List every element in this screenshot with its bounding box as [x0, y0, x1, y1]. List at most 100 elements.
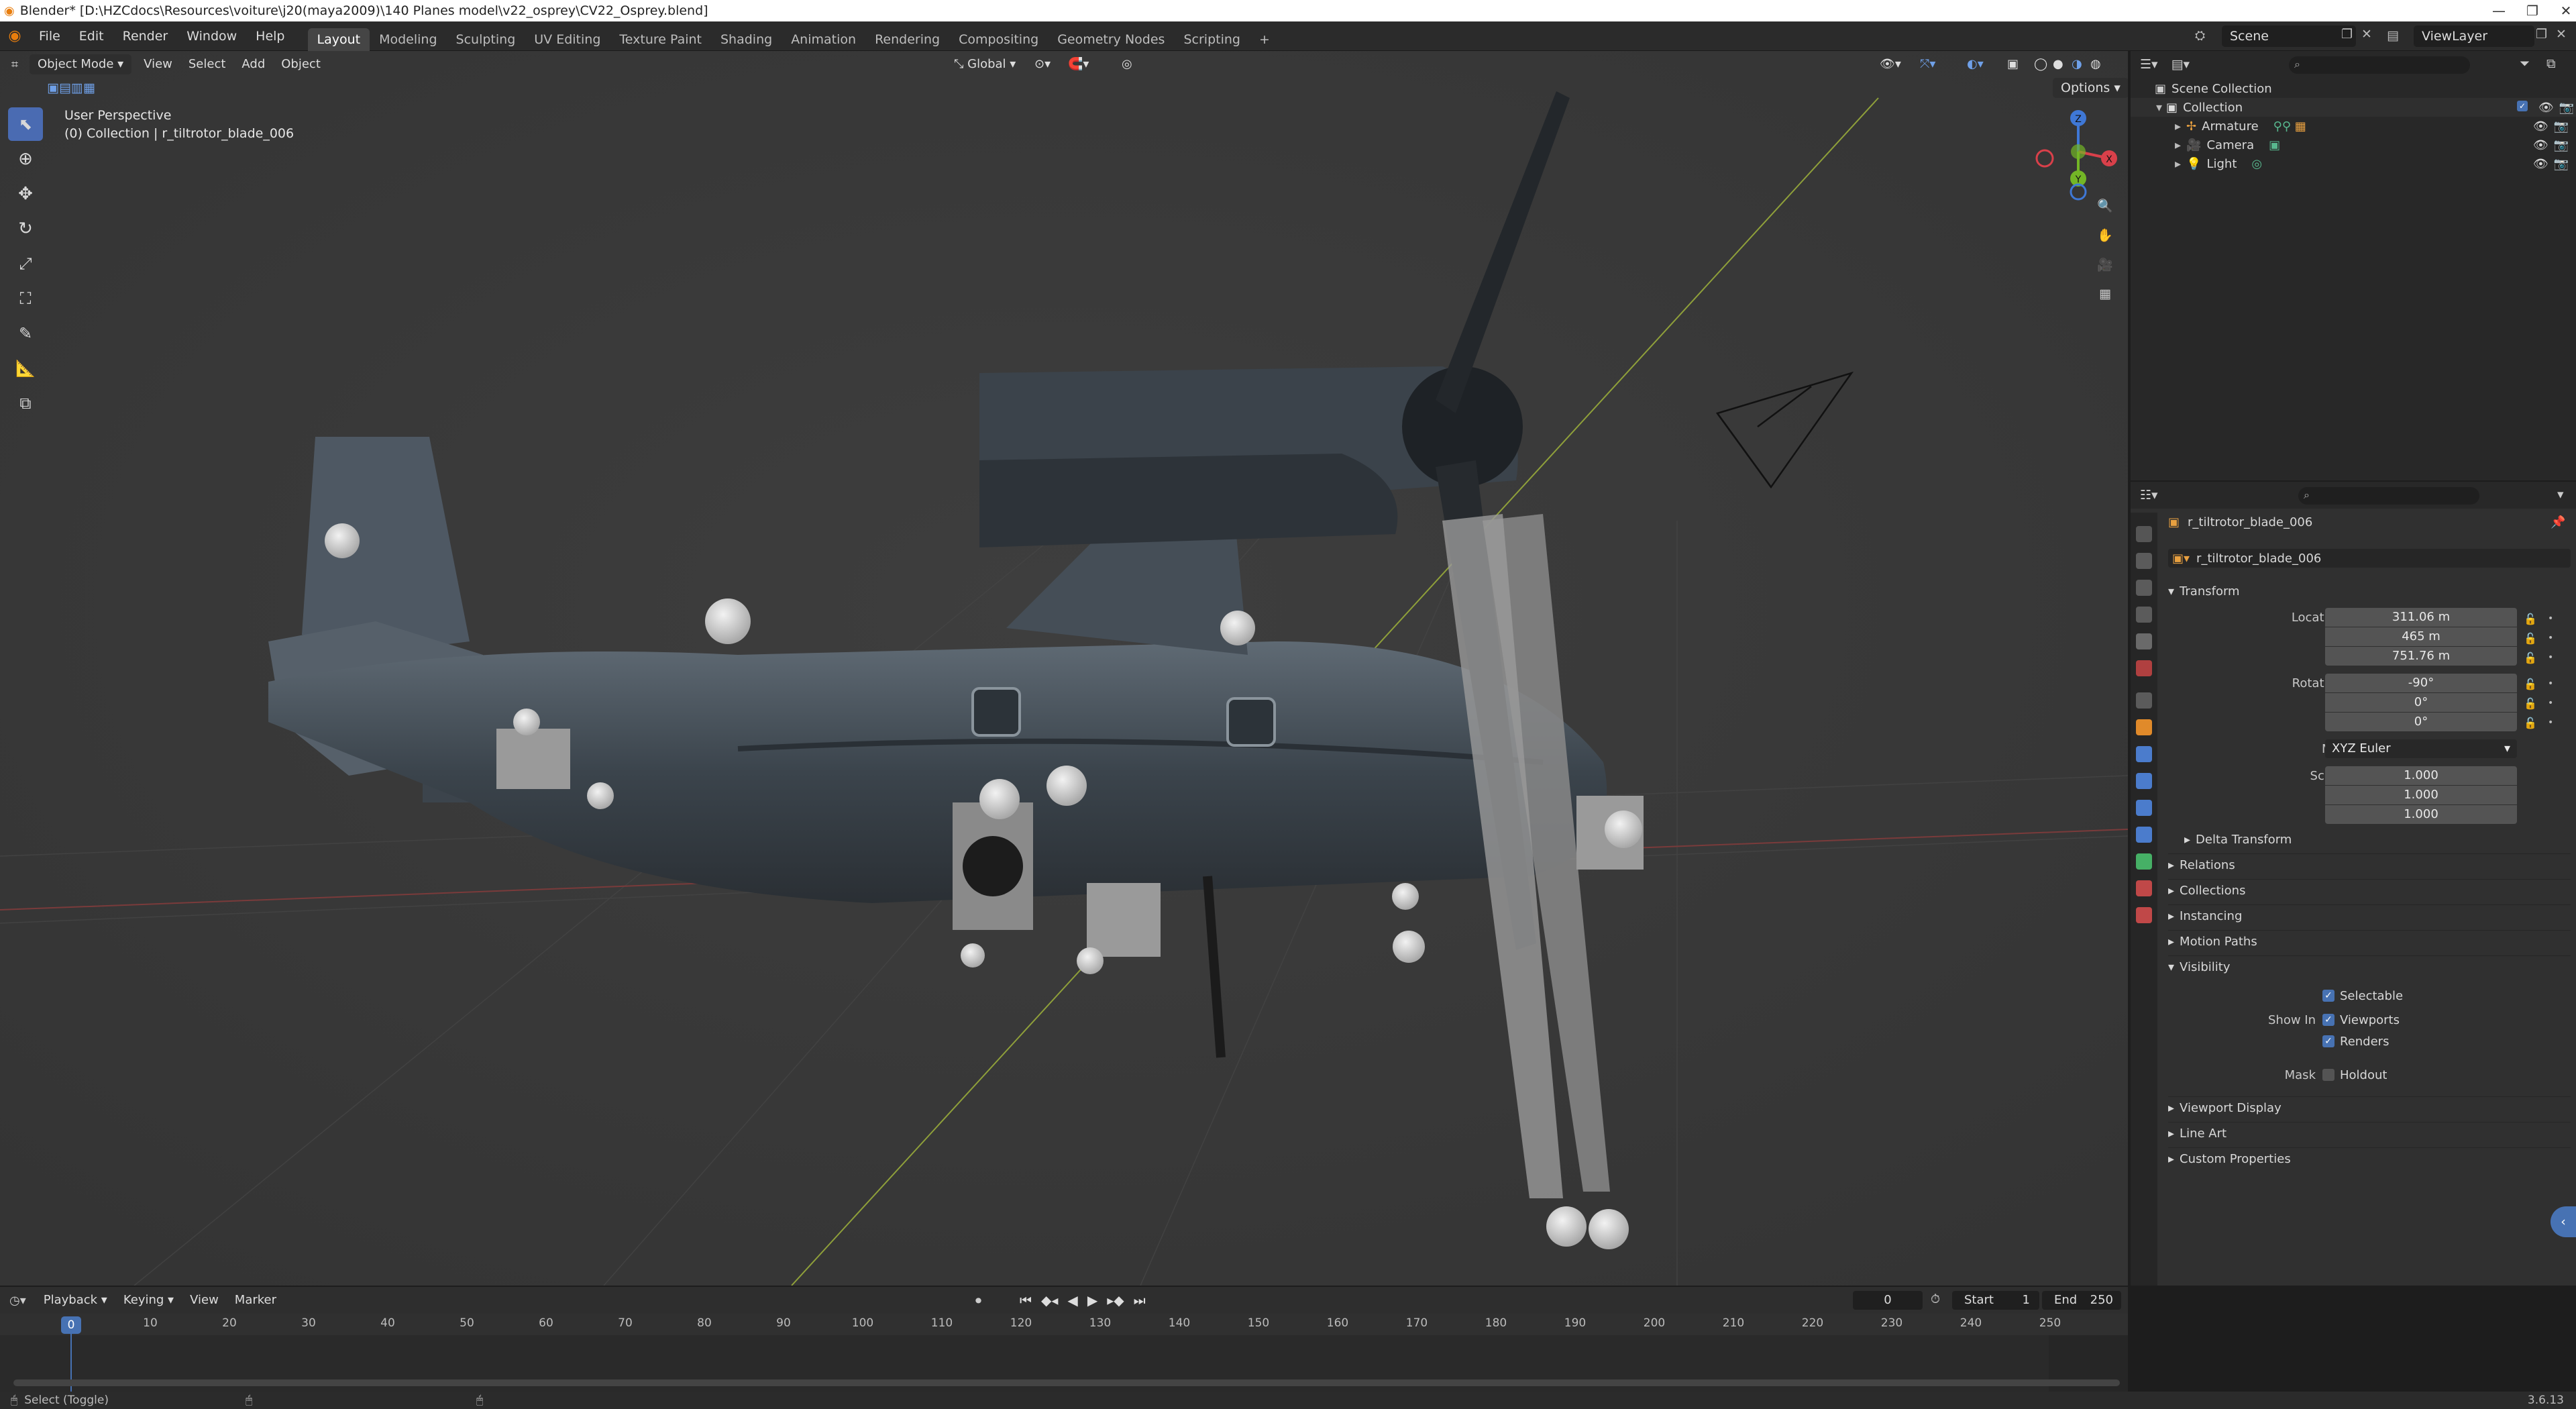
viewport-menu-select[interactable]: Select	[180, 54, 234, 74]
tab-texture-paint[interactable]: Texture Paint	[610, 28, 711, 51]
tab-animation[interactable]: Animation	[782, 28, 865, 51]
menu-render[interactable]: Render	[113, 21, 178, 51]
play-reverse-icon[interactable]: ◀	[1067, 1292, 1077, 1308]
keyframe-dot-icon[interactable]: •	[2548, 694, 2553, 713]
render-tab-icon[interactable]	[2136, 553, 2152, 569]
select-box-icon[interactable]: ▣▤▥▦	[47, 81, 95, 95]
modifier-tab-icon[interactable]	[2136, 746, 2152, 762]
collections-section[interactable]: ▸ Collections	[2168, 879, 2571, 902]
transform-section-header[interactable]: ▾ Transform	[2168, 580, 2571, 603]
playback-menu[interactable]: Playback ▾	[36, 1290, 115, 1310]
snap-icon[interactable]: 🧲▾	[1060, 54, 1097, 74]
keyframe-dot-icon[interactable]: •	[2548, 609, 2553, 629]
lock-icon[interactable]: 🔓	[2524, 694, 2537, 713]
camera-render-icon[interactable]: 📷	[2559, 101, 2574, 115]
outliner-item-light[interactable]: ▸ 💡 Light ◎ 👁 📷	[2131, 154, 2576, 173]
new-view-layer-icon[interactable]: ❐	[2536, 27, 2547, 42]
keyframe-dot-icon[interactable]: •	[2548, 629, 2553, 648]
relations-section[interactable]: ▸ Relations	[2168, 853, 2571, 876]
menu-file[interactable]: File	[30, 21, 70, 51]
zoom-icon[interactable]: 🔍	[2092, 192, 2118, 219]
lock-icon[interactable]: 🔓	[2524, 629, 2537, 648]
location-x-field[interactable]: 311.06 m	[2325, 608, 2517, 627]
exclude-checkbox[interactable]: ✓	[2517, 100, 2528, 111]
menu-help[interactable]: Help	[246, 21, 294, 51]
end-frame-field[interactable]: End 250	[2042, 1291, 2121, 1310]
object-tab-icon[interactable]	[2136, 719, 2152, 735]
expand-arrow-icon[interactable]: ▾	[2156, 101, 2162, 115]
tab-uv-editing[interactable]: UV Editing	[525, 28, 610, 51]
selectable-checkbox-row[interactable]: ✓ Selectable	[2322, 986, 2403, 1005]
menu-edit[interactable]: Edit	[70, 21, 113, 51]
timeline-view-menu[interactable]: View	[182, 1290, 227, 1310]
outliner-scene-collection[interactable]: ▣ Scene Collection	[2131, 79, 2576, 98]
expand-arrow-icon[interactable]: ▸	[2175, 119, 2181, 134]
expand-arrow-icon[interactable]: ▸	[2175, 138, 2181, 152]
renders-checkbox-row[interactable]: ✓ Renders	[2322, 1032, 2389, 1051]
prev-keyframe-icon[interactable]: ◆◂	[1041, 1292, 1058, 1308]
scene-icon[interactable]: ⛭	[2195, 28, 2205, 43]
delta-transform-subsection[interactable]: ▸ Delta Transform	[2184, 828, 2571, 851]
rotate-tool[interactable]: ↻	[8, 212, 43, 246]
next-keyframe-icon[interactable]: ▸◆	[1107, 1292, 1124, 1308]
view-layer-icon[interactable]: ▤	[2387, 28, 2399, 43]
play-icon[interactable]: ▶	[1087, 1292, 1097, 1308]
selectable-checkbox[interactable]: ✓	[2322, 990, 2334, 1002]
add-workspace-icon[interactable]: +	[1250, 28, 1279, 51]
tab-shading[interactable]: Shading	[711, 28, 782, 51]
rotation-x-field[interactable]: -90°	[2325, 674, 2517, 692]
pan-hand-icon[interactable]: ✋	[2092, 221, 2118, 248]
custom-properties-section[interactable]: ▸ Custom Properties	[2168, 1147, 2571, 1170]
outliner-collection[interactable]: ▾ ▣ Collection ✓ 👁 📷	[2131, 98, 2576, 117]
scale-y-field[interactable]: 1.000	[2325, 786, 2517, 804]
rendered-shading-icon[interactable]: ◍	[2082, 54, 2109, 74]
annotate-tool[interactable]: ✎	[8, 317, 43, 350]
camera-render-icon[interactable]: 📷	[2554, 157, 2569, 171]
lock-icon[interactable]: 🔓	[2524, 713, 2537, 733]
delete-view-layer-icon[interactable]: ✕	[2556, 27, 2567, 42]
select-box-tool[interactable]: ⬉	[8, 107, 43, 141]
marker-menu[interactable]: Marker	[227, 1290, 284, 1310]
pin-icon[interactable]: 📌	[2551, 515, 2565, 529]
xray-toggle-icon[interactable]: ▣	[1999, 54, 2027, 74]
current-frame-field[interactable]: 0	[1853, 1291, 1923, 1310]
viewport-menu-add[interactable]: Add	[233, 54, 273, 74]
cursor-tool[interactable]: ⊕	[8, 142, 43, 176]
3d-viewport[interactable]: ⌗ Object Mode ▾ View Select Add Object ⤡…	[0, 51, 2128, 1286]
overlay-toggle-icon[interactable]: ◐▾	[1959, 54, 1992, 74]
scale-z-field[interactable]: 1.000	[2325, 805, 2517, 824]
add-cube-tool[interactable]: ⧉	[8, 386, 43, 420]
properties-search-input[interactable]: ⌕	[2298, 487, 2479, 505]
location-z-field[interactable]: 751.76 m	[2325, 647, 2517, 666]
keyframe-dot-icon[interactable]: •	[2548, 674, 2553, 694]
motion-paths-section[interactable]: ▸ Motion Paths	[2168, 930, 2571, 953]
navigation-gizmo[interactable]: Z X Y	[2026, 105, 2127, 205]
tab-geometry-nodes[interactable]: Geometry Nodes	[1048, 28, 1174, 51]
output-tab-icon[interactable]	[2136, 580, 2152, 596]
view-layer-selector[interactable]: ViewLayer	[2414, 25, 2534, 47]
viewports-checkbox[interactable]: ✓	[2322, 1014, 2334, 1026]
tab-scripting[interactable]: Scripting	[1174, 28, 1250, 51]
timeline-scrollbar[interactable]	[13, 1379, 2120, 1386]
playhead[interactable]: 0	[61, 1316, 81, 1334]
filter-icon[interactable]: ⏷	[2520, 56, 2530, 71]
auto-keying-icon[interactable]: ⏺	[975, 1294, 981, 1308]
timeline-editor-icon[interactable]: ◷▾	[9, 1294, 26, 1308]
tab-layout[interactable]: Layout	[307, 28, 370, 51]
stopwatch-icon[interactable]: ⏱	[1931, 1292, 1940, 1306]
line-art-section[interactable]: ▸ Line Art	[2168, 1122, 2571, 1145]
rotation-mode-dropdown[interactable]: XYZ Euler ▾	[2325, 739, 2517, 758]
eye-icon[interactable]: 👁	[2538, 101, 2554, 115]
viewports-checkbox-row[interactable]: ✓ Viewports	[2322, 1010, 2400, 1029]
lock-icon[interactable]: 🔓	[2524, 674, 2537, 694]
expand-arrow-icon[interactable]: ▸	[2175, 157, 2181, 171]
tab-compositing[interactable]: Compositing	[949, 28, 1048, 51]
measure-tool[interactable]: 📐	[8, 352, 43, 385]
gizmo-toggle-icon[interactable]: ⤧▾	[1912, 54, 1943, 74]
camera-view-icon[interactable]: 🎥	[2092, 251, 2118, 278]
viewport-menu-view[interactable]: View	[136, 54, 180, 74]
keying-menu[interactable]: Keying ▾	[115, 1290, 182, 1310]
eye-icon[interactable]: 👁	[2533, 138, 2548, 152]
object-datablock-row[interactable]: ▣▾ r_tiltrotor_blade_006	[2168, 549, 2571, 568]
transform-mode-buttons[interactable]: ▣▤▥▦	[39, 78, 103, 98]
